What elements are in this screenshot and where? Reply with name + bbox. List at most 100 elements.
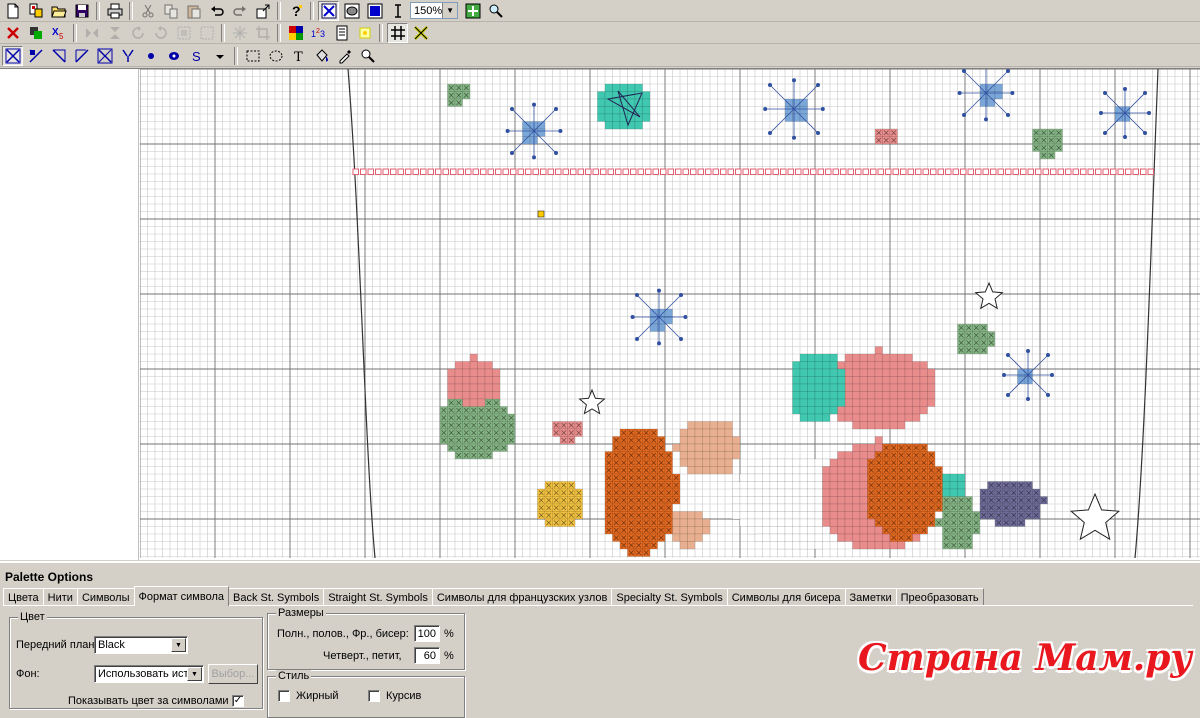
palette-tab[interactable]: Back St. Symbols xyxy=(228,588,325,606)
palette-tab[interactable]: Нити xyxy=(42,588,78,606)
specialty-stitch-button[interactable]: S xyxy=(186,46,207,66)
cut-icon xyxy=(142,4,153,17)
highlight-button[interactable] xyxy=(354,23,375,43)
palette-tab[interactable]: Преобразовать xyxy=(895,588,984,606)
dropdown-arrow-button[interactable] xyxy=(209,46,230,66)
eyedropper-button[interactable] xyxy=(334,46,355,66)
bead-view-icon xyxy=(344,3,359,18)
snowflake-button[interactable] xyxy=(229,23,250,43)
save-icon xyxy=(75,4,88,17)
rectangle-select-button[interactable] xyxy=(242,46,263,66)
fit-to-window-button[interactable] xyxy=(462,1,483,21)
full-size-input[interactable]: 100 xyxy=(414,625,440,642)
open-folder-button[interactable] xyxy=(48,1,69,21)
toolbar-separator xyxy=(96,1,100,20)
palette-options-panel: Palette Options Цвета Нити Символы Формат с… xyxy=(0,561,1200,718)
palette-tab[interactable]: Символы для бисера xyxy=(726,588,846,606)
paste-layer-button[interactable] xyxy=(25,23,46,43)
flip-vertical-button[interactable] xyxy=(104,23,125,43)
quarter-stitch-icon xyxy=(51,48,66,63)
color-palette-button[interactable] xyxy=(285,23,306,43)
delete-icon xyxy=(6,26,19,39)
magnifier-icon xyxy=(361,49,375,63)
style-group-legend: Стиль xyxy=(276,670,312,682)
cross-stitch-view-icon xyxy=(321,3,336,18)
italic-checkbox[interactable] xyxy=(368,690,380,702)
foreground-select[interactable]: Black ▼ xyxy=(94,636,188,654)
paste-button[interactable] xyxy=(183,1,204,21)
full-stitch-button[interactable] xyxy=(2,45,23,66)
rotate-back-button[interactable] xyxy=(150,23,171,43)
bead-button[interactable] xyxy=(163,46,184,66)
grid-toggle-button[interactable] xyxy=(387,22,408,43)
backstitch-button[interactable] xyxy=(117,46,138,66)
palette-tab[interactable]: Цвета xyxy=(3,588,44,606)
petite-stitch-button[interactable] xyxy=(94,46,115,66)
color-palette-icon xyxy=(288,25,303,40)
magnifier-button[interactable] xyxy=(357,46,378,66)
palette-tab[interactable]: Заметки xyxy=(844,588,897,606)
italic-label: Курсив xyxy=(386,690,422,702)
lasso-select-button[interactable] xyxy=(265,46,286,66)
half-stitch-icon xyxy=(28,48,43,63)
svg-text:3: 3 xyxy=(320,29,325,39)
bold-checkbox[interactable] xyxy=(278,690,290,702)
fill-bucket-button[interactable] xyxy=(311,46,332,66)
crop-button[interactable] xyxy=(252,23,273,43)
palette-tab[interactable]: Specialty St. Symbols xyxy=(611,588,728,606)
export-button[interactable] xyxy=(252,1,273,21)
help-button[interactable]: ? xyxy=(285,1,306,21)
left-panel xyxy=(0,69,139,560)
fill-bucket-icon xyxy=(315,48,328,62)
text-cursor-button[interactable] xyxy=(387,1,408,21)
number-sequence-button[interactable]: 123 xyxy=(308,23,329,43)
open-folder-icon xyxy=(50,6,67,17)
palette-tab[interactable]: Символы xyxy=(76,588,135,606)
french-knot-button[interactable] xyxy=(140,46,161,66)
chart-key-button[interactable] xyxy=(331,23,352,43)
choose-button[interactable]: Выбор... xyxy=(208,664,258,684)
new-file-icon xyxy=(7,3,18,18)
eyedropper-icon xyxy=(339,49,351,63)
print-button[interactable] xyxy=(104,1,125,21)
size-group: Размеры Полн., полов., Фр., бисер: 100 %… xyxy=(267,607,465,670)
three-quarter-stitch-icon xyxy=(74,48,89,63)
copy-button[interactable] xyxy=(160,1,181,21)
cross-out-button[interactable] xyxy=(410,23,431,43)
palette-tab[interactable]: Символы для французских узлов xyxy=(431,588,613,606)
delete-button[interactable] xyxy=(2,23,23,43)
cross-stitch-view-button[interactable] xyxy=(318,0,339,21)
swap-colors-icon: X5 xyxy=(52,27,64,41)
workspace xyxy=(0,68,1200,560)
solid-block-view-button[interactable] xyxy=(364,1,385,21)
pattern-canvas[interactable] xyxy=(140,69,1200,558)
redo-button[interactable] xyxy=(229,1,250,21)
swap-colors-button[interactable]: X5 xyxy=(48,23,69,43)
bead-view-button[interactable] xyxy=(341,1,362,21)
quarter-stitch-button[interactable] xyxy=(48,46,69,66)
small-yellow-stitch xyxy=(537,210,545,218)
main-toolbar: ? 150% ▼ xyxy=(0,0,1200,22)
text-tool-button[interactable]: T xyxy=(288,46,309,66)
half-stitch-button[interactable] xyxy=(25,46,46,66)
background-select[interactable]: Использовать ист ▼ xyxy=(94,665,204,683)
rotate-icon xyxy=(131,25,144,39)
quarter-size-input[interactable]: 60 xyxy=(414,647,440,664)
three-quarter-stitch-button[interactable] xyxy=(71,46,92,66)
new-from-template-button[interactable] xyxy=(25,1,46,21)
undo-button[interactable] xyxy=(206,1,227,21)
select-all-button[interactable] xyxy=(173,23,194,43)
zoom-to-selection-button[interactable] xyxy=(485,1,506,21)
select-none-button[interactable] xyxy=(196,23,217,43)
save-button[interactable] xyxy=(71,1,92,21)
zoom-select[interactable]: 150% ▼ xyxy=(410,2,458,19)
new-file-button[interactable] xyxy=(2,1,23,21)
chevron-down-icon: ▼ xyxy=(442,3,457,18)
rotate-button[interactable] xyxy=(127,23,148,43)
select-none-icon xyxy=(200,26,213,39)
cut-button[interactable] xyxy=(137,1,158,21)
palette-tab[interactable]: Straight St. Symbols xyxy=(323,588,433,606)
full-size-unit: % xyxy=(444,628,454,640)
palette-tab[interactable]: Формат символа xyxy=(133,586,229,606)
flip-horizontal-button[interactable] xyxy=(81,23,102,43)
